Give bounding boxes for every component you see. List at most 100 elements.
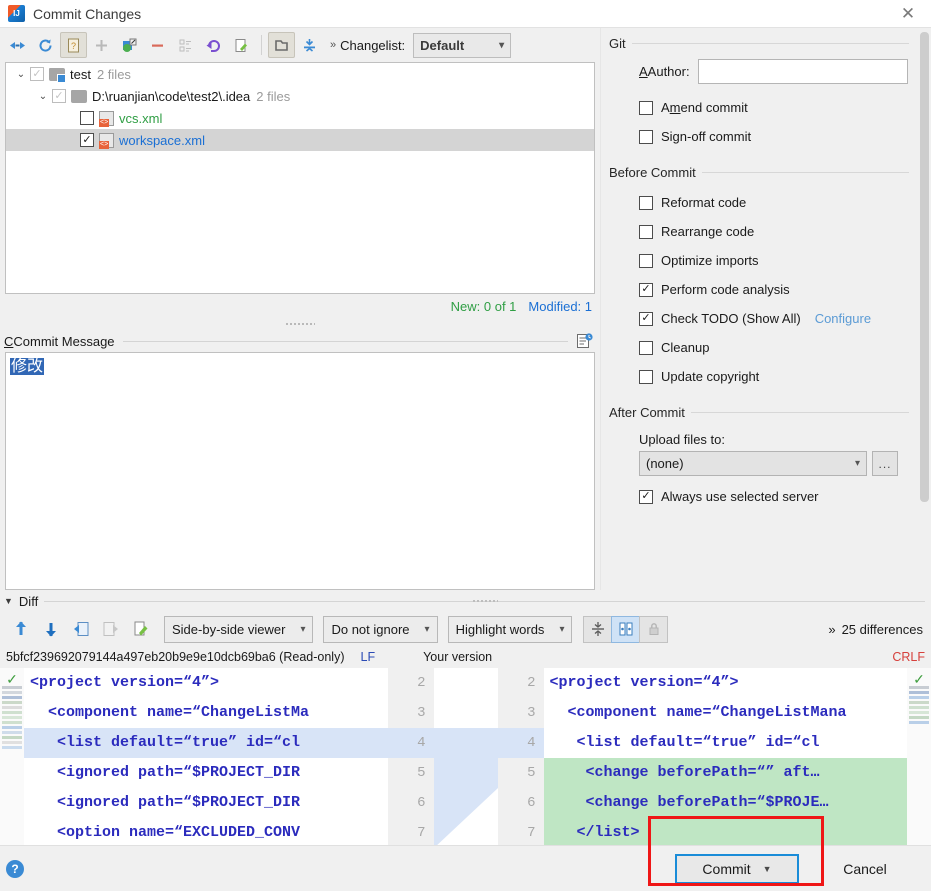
cleanup-checkbox[interactable]: Cleanup — [639, 333, 931, 362]
collapse-all-icon[interactable] — [4, 32, 31, 58]
line-number: 7 — [527, 825, 536, 841]
diff-section-header[interactable]: ▼ Diff — [0, 590, 931, 612]
changelist-select[interactable]: Default ▾ — [413, 32, 512, 58]
accept-left-icon[interactable] — [68, 616, 94, 642]
add-icon[interactable] — [88, 32, 115, 58]
check-todo-checkbox[interactable]: ✓ Check TODO (Show All) Configure — [639, 304, 931, 333]
ignore-mode-select[interactable]: Do not ignore ▾ — [323, 615, 438, 643]
show-diff-icon[interactable]: ? — [60, 32, 87, 58]
rearrange-code-checkbox[interactable]: Rearrange code — [639, 217, 931, 246]
minimap-marker — [909, 691, 929, 694]
minimap-marker — [2, 701, 22, 704]
help-icon[interactable]: ? — [6, 859, 24, 878]
sign-off-commit-checkbox[interactable]: Sign-off commit — [639, 122, 931, 151]
edit-source-icon[interactable] — [228, 32, 255, 58]
right-line-separator-label[interactable]: CRLF — [892, 650, 925, 664]
left-diff-pane[interactable]: <project version=“4”> <component name=“C… — [24, 668, 388, 845]
tree-row[interactable]: ▾ vcs.xml — [6, 107, 594, 129]
after-commit-group: After Commit Upload files to: (none) ▾ .… — [609, 405, 931, 511]
next-difference-icon[interactable] — [38, 616, 64, 642]
close-icon[interactable]: ✕ — [891, 1, 925, 27]
diff-overflow-chevron[interactable]: » — [828, 622, 835, 637]
commit-message-input[interactable]: 修改 — [5, 352, 595, 590]
line-number: 2 — [417, 675, 426, 691]
tree-checkbox[interactable] — [80, 111, 94, 125]
tree-checkbox[interactable]: ✓ — [30, 67, 44, 81]
browse-servers-button[interactable]: ... — [872, 451, 898, 476]
differences-count-label: 25 differences — [841, 621, 923, 637]
reformat-code-checkbox[interactable]: Reformat code — [639, 188, 931, 217]
tree-row[interactable]: ▾ ✓ workspace.xml — [6, 129, 594, 151]
tree-checkbox[interactable]: ✓ — [52, 89, 66, 103]
minimap-marker — [2, 736, 22, 739]
chevron-down-icon[interactable]: ⌄ — [12, 69, 30, 80]
expand-all-icon[interactable] — [296, 32, 323, 58]
delete-icon[interactable] — [144, 32, 171, 58]
changelist-select-value: Default — [420, 37, 465, 53]
tree-row[interactable]: ⌄ ✓ D:\ruanjian\code\test2\.idea 2 files — [6, 85, 594, 107]
intellij-idea-icon — [8, 5, 25, 22]
right-diff-minimap[interactable]: ✓ — [907, 668, 931, 845]
before-commit-group-title: Before Commit — [609, 165, 696, 180]
left-line-separator-label[interactable]: LF — [361, 650, 376, 664]
tree-label: D:\ruanjian\code\test2\.idea — [92, 88, 251, 104]
chevron-down-icon[interactable]: ▼ — [763, 864, 772, 874]
git-group-title: Git — [609, 36, 626, 51]
update-copyright-checkbox[interactable]: Update copyright — [639, 362, 931, 391]
right-diff-pane[interactable]: <project version=“4”> <component name=“C… — [543, 668, 907, 845]
collapse-unchanged-toggle[interactable] — [583, 615, 613, 643]
optimize-imports-checkbox[interactable]: Optimize imports — [639, 246, 931, 275]
highlight-mode-select[interactable]: Highlight words ▾ — [447, 615, 573, 643]
scrollbar-thumb[interactable] — [920, 32, 929, 502]
line-number: 6 — [417, 795, 426, 811]
refresh-icon[interactable] — [32, 32, 59, 58]
highlight-mode-value: Highlight words — [455, 621, 545, 637]
always-use-selected-server-checkbox[interactable]: ✓ Always use selected server — [639, 482, 931, 511]
previous-difference-icon[interactable] — [8, 616, 34, 642]
collapse-triangle-icon[interactable]: ▼ — [4, 596, 13, 606]
move-to-changelist-icon[interactable] — [116, 32, 143, 58]
configure-todo-link[interactable]: Configure — [815, 311, 871, 326]
synchronize-scrolling-toggle[interactable] — [611, 615, 641, 643]
author-input[interactable] — [697, 59, 908, 84]
git-group-body: AAuthor: AmAmend commitend commit Sign-o… — [609, 51, 931, 151]
message-history-icon[interactable] — [576, 332, 594, 350]
amend-commit-checkbox[interactable]: AmAmend commitend commit — [639, 93, 931, 122]
author-row: AAuthor: — [639, 59, 931, 84]
chevron-down-icon: ▾ — [424, 623, 430, 635]
show-flatten-icon[interactable] — [268, 32, 295, 58]
perform-code-analysis-checkbox[interactable]: ✓ Perform code analysis — [639, 275, 931, 304]
diff-viewer: ✓ <project version=“4”> <component name=… — [0, 668, 931, 845]
tree-checkbox[interactable]: ✓ — [80, 133, 94, 147]
svg-text:?: ? — [71, 41, 76, 51]
xml-file-icon — [99, 110, 114, 127]
left-diff-minimap[interactable]: ✓ — [0, 668, 24, 845]
upload-server-select[interactable]: (none) ▾ — [639, 451, 867, 476]
diff-line: <project version=“4”> — [549, 674, 739, 691]
vcs-root-folder-icon — [49, 67, 66, 83]
tree-row[interactable]: ⌄ ✓ test 2 files — [6, 63, 594, 85]
toolbar-overflow-chevron[interactable]: » — [330, 39, 336, 51]
group-by-icon[interactable] — [172, 32, 199, 58]
options-scrollbar[interactable] — [920, 32, 929, 580]
folder-icon — [71, 89, 87, 103]
viewer-mode-select[interactable]: Side-by-side viewer ▾ — [164, 615, 314, 643]
checkbox-box — [639, 340, 653, 355]
line-number: 3 — [417, 705, 426, 721]
rollback-icon[interactable] — [200, 32, 227, 58]
differences-counter: » 25 differences — [828, 622, 923, 637]
commit-button[interactable]: Commit ▼ — [675, 853, 799, 884]
apply-changes-icon[interactable] — [128, 616, 154, 642]
after-commit-group-body: Upload files to: (none) ▾ ... ✓ Always u… — [609, 420, 931, 511]
tree-label: test — [70, 66, 91, 82]
minimap-marker — [2, 746, 22, 749]
cancel-button[interactable]: Cancel — [813, 853, 917, 884]
commit-message-label: CCommit Message — [4, 333, 115, 349]
changed-files-tree[interactable]: ⌄ ✓ test 2 files ⌄ ✓ D:\ruanjian\code\te… — [5, 62, 595, 294]
line-number: 4 — [387, 728, 434, 758]
chevron-down-icon[interactable]: ⌄ — [34, 91, 52, 102]
tree-spacer: ▾ — [62, 135, 80, 146]
splitter-handle[interactable] — [0, 318, 600, 330]
no-problems-check-icon: ✓ — [913, 671, 925, 687]
read-only-lock-toggle — [639, 615, 669, 643]
